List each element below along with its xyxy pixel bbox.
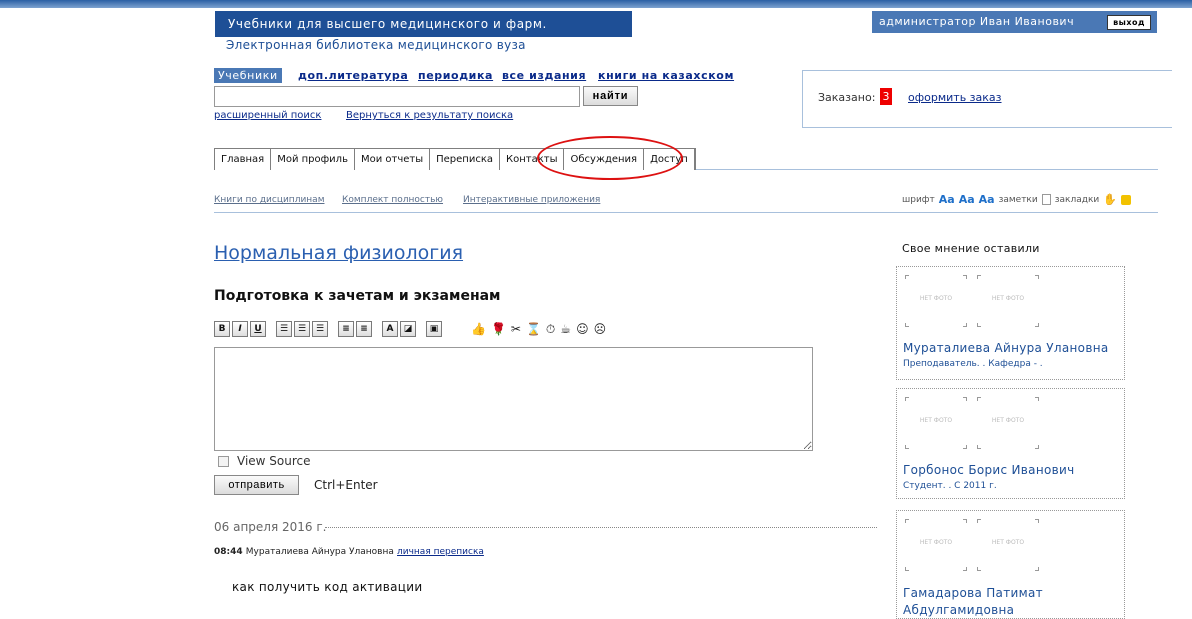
send-button[interactable]: отправить	[214, 475, 299, 495]
section-title: Подготовка к зачетам и экзаменам	[214, 288, 501, 304]
participant-card[interactable]: НЕТ ФОТО НЕТ ФОТО Горбонос Борис Иванови…	[896, 388, 1125, 499]
subnav-link-disciplines[interactable]: Книги по дисциплинам	[214, 195, 324, 205]
italic-button[interactable]: I	[232, 321, 248, 337]
avatar: НЕТ ФОТО	[905, 275, 967, 327]
send-hotkey-hint: Ctrl+Enter	[314, 478, 378, 492]
tab-home[interactable]: Главная	[215, 149, 272, 170]
sidebar-title: Свое мнение оставили	[902, 242, 1040, 255]
search-button[interactable]: найти	[583, 86, 638, 106]
background-color-icon[interactable]: ◪	[400, 321, 416, 337]
underline-button[interactable]: U	[250, 321, 266, 337]
text-color-icon[interactable]: A	[382, 321, 398, 337]
highlighter-icon[interactable]	[1120, 194, 1131, 205]
view-source-label: View Source	[237, 454, 311, 468]
category-link-extra-literature[interactable]: доп.литература	[298, 68, 408, 83]
tab-my-profile[interactable]: Мой профиль	[271, 149, 355, 170]
advanced-search-link[interactable]: расширенный поиск	[214, 110, 321, 121]
hourglass-icon[interactable]: ⌛	[526, 322, 541, 336]
logout-button[interactable]: выход	[1107, 15, 1151, 30]
category-link-all-editions[interactable]: все издания	[502, 68, 586, 83]
avatar: НЕТ ФОТО	[977, 275, 1039, 327]
participant-card[interactable]: НЕТ ФОТО НЕТ ФОТО Мураталиева Айнура Ула…	[896, 266, 1125, 380]
align-center-icon[interactable]: ☰	[294, 321, 310, 337]
participant-role: Преподаватель. . Кафедра - .	[903, 359, 1043, 369]
user-name: администратор Иван Иванович	[879, 15, 1075, 28]
category-link-kazakh-books[interactable]: книги на казахском	[598, 68, 734, 83]
message-date: 06 апреля 2016 г.	[214, 520, 327, 534]
align-right-icon[interactable]: ☰	[312, 321, 328, 337]
notes-label[interactable]: заметки	[999, 195, 1038, 205]
place-order-link[interactable]: оформить заказ	[908, 91, 1002, 104]
message-editor[interactable]	[214, 347, 813, 451]
back-to-results-link[interactable]: Вернуться к результату поиска	[346, 110, 513, 121]
avatar: НЕТ ФОТО	[905, 519, 967, 571]
coffee-icon[interactable]: ☕	[560, 322, 571, 336]
view-source-option[interactable]: View Source	[218, 454, 311, 468]
category-tab-textbooks[interactable]: Учебники	[214, 68, 282, 83]
editor-toolbar: B I U ☰ ☰ ☰ ≡ ≡ A ◪ ▣ 👍 🌹 ✂ ⌛ ⏱ ☕ ☺ ☹	[214, 321, 606, 337]
smile-icon[interactable]: ☺	[576, 322, 589, 336]
message-meta: 08:44 Мураталиева Айнура Улановна личная…	[214, 547, 484, 557]
message-time: 08:44	[214, 547, 243, 557]
font-increase-icon[interactable]: Aa	[939, 193, 955, 206]
book-title-link[interactable]: Нормальная физиология	[214, 242, 463, 264]
participant-name[interactable]: Горбонос Борис Иванович	[903, 463, 1074, 477]
top-strip	[0, 0, 1192, 8]
sad-icon[interactable]: ☹	[594, 322, 607, 336]
bold-button[interactable]: B	[214, 321, 230, 337]
private-message-link[interactable]: личная переписка	[397, 547, 484, 557]
insert-image-icon[interactable]: ▣	[426, 321, 442, 337]
search-input[interactable]	[214, 86, 580, 107]
notes-icon[interactable]	[1041, 194, 1051, 205]
brand-title[interactable]: Учебники для высшего медицинского и фарм…	[215, 11, 632, 57]
participant-name[interactable]: Мураталиева Айнура Улановна	[903, 341, 1109, 355]
view-source-checkbox[interactable]	[218, 455, 229, 467]
align-left-icon[interactable]: ☰	[276, 321, 292, 337]
subnav-link-full-set[interactable]: Комплект полностью	[342, 195, 443, 205]
brand-subtitle: Электронная библиотека медицинского вуза	[226, 38, 526, 52]
font-label: шрифт	[902, 194, 935, 205]
avatar: НЕТ ФОТО	[977, 397, 1039, 449]
smiley-thumb-icon[interactable]: 👍	[471, 322, 486, 336]
order-label: Заказано:	[818, 91, 876, 104]
font-decrease-icon[interactable]: Aa	[979, 193, 995, 206]
subnav-link-interactive-apps[interactable]: Интерактивные приложения	[463, 195, 600, 205]
date-divider	[325, 527, 877, 528]
numbered-list-icon[interactable]: ≡	[356, 321, 372, 337]
user-bar: администратор Иван Иванович выход	[872, 11, 1157, 33]
avatar: НЕТ ФОТО	[905, 397, 967, 449]
participant-card[interactable]: НЕТ ФОТО НЕТ ФОТО Гамадарова Патимат Абд…	[896, 510, 1125, 619]
tab-correspondence[interactable]: Переписка	[430, 149, 500, 170]
message-author[interactable]: Мураталиева Айнура Улановна	[246, 547, 394, 557]
highlight-ellipse	[537, 136, 683, 180]
participant-role: Студент. . С 2011 г.	[903, 481, 997, 491]
order-count-badge: 3	[880, 88, 892, 105]
bookmarks-label[interactable]: закладки	[1055, 195, 1100, 205]
participant-name[interactable]: Гамадарова Патимат Абдулгамидовна	[903, 585, 1113, 618]
hand-icon[interactable]: ✋	[1103, 193, 1117, 206]
smiley-rose-icon[interactable]: 🌹	[491, 322, 506, 336]
smiley-scissors-icon[interactable]: ✂	[511, 322, 521, 336]
tab-my-reports[interactable]: Мои отчеты	[354, 149, 431, 170]
category-link-periodicals[interactable]: периодика	[418, 68, 493, 83]
reader-tools: шрифт Aa Aa Aa заметки закладки ✋	[902, 193, 1131, 206]
clock-icon[interactable]: ⏱	[546, 322, 555, 337]
avatar: НЕТ ФОТО	[977, 519, 1039, 571]
bulleted-list-icon[interactable]: ≡	[338, 321, 354, 337]
subnav-divider	[214, 212, 1158, 213]
font-reset-icon[interactable]: Aa	[959, 193, 975, 206]
message-text: как получить код активации	[232, 580, 423, 594]
